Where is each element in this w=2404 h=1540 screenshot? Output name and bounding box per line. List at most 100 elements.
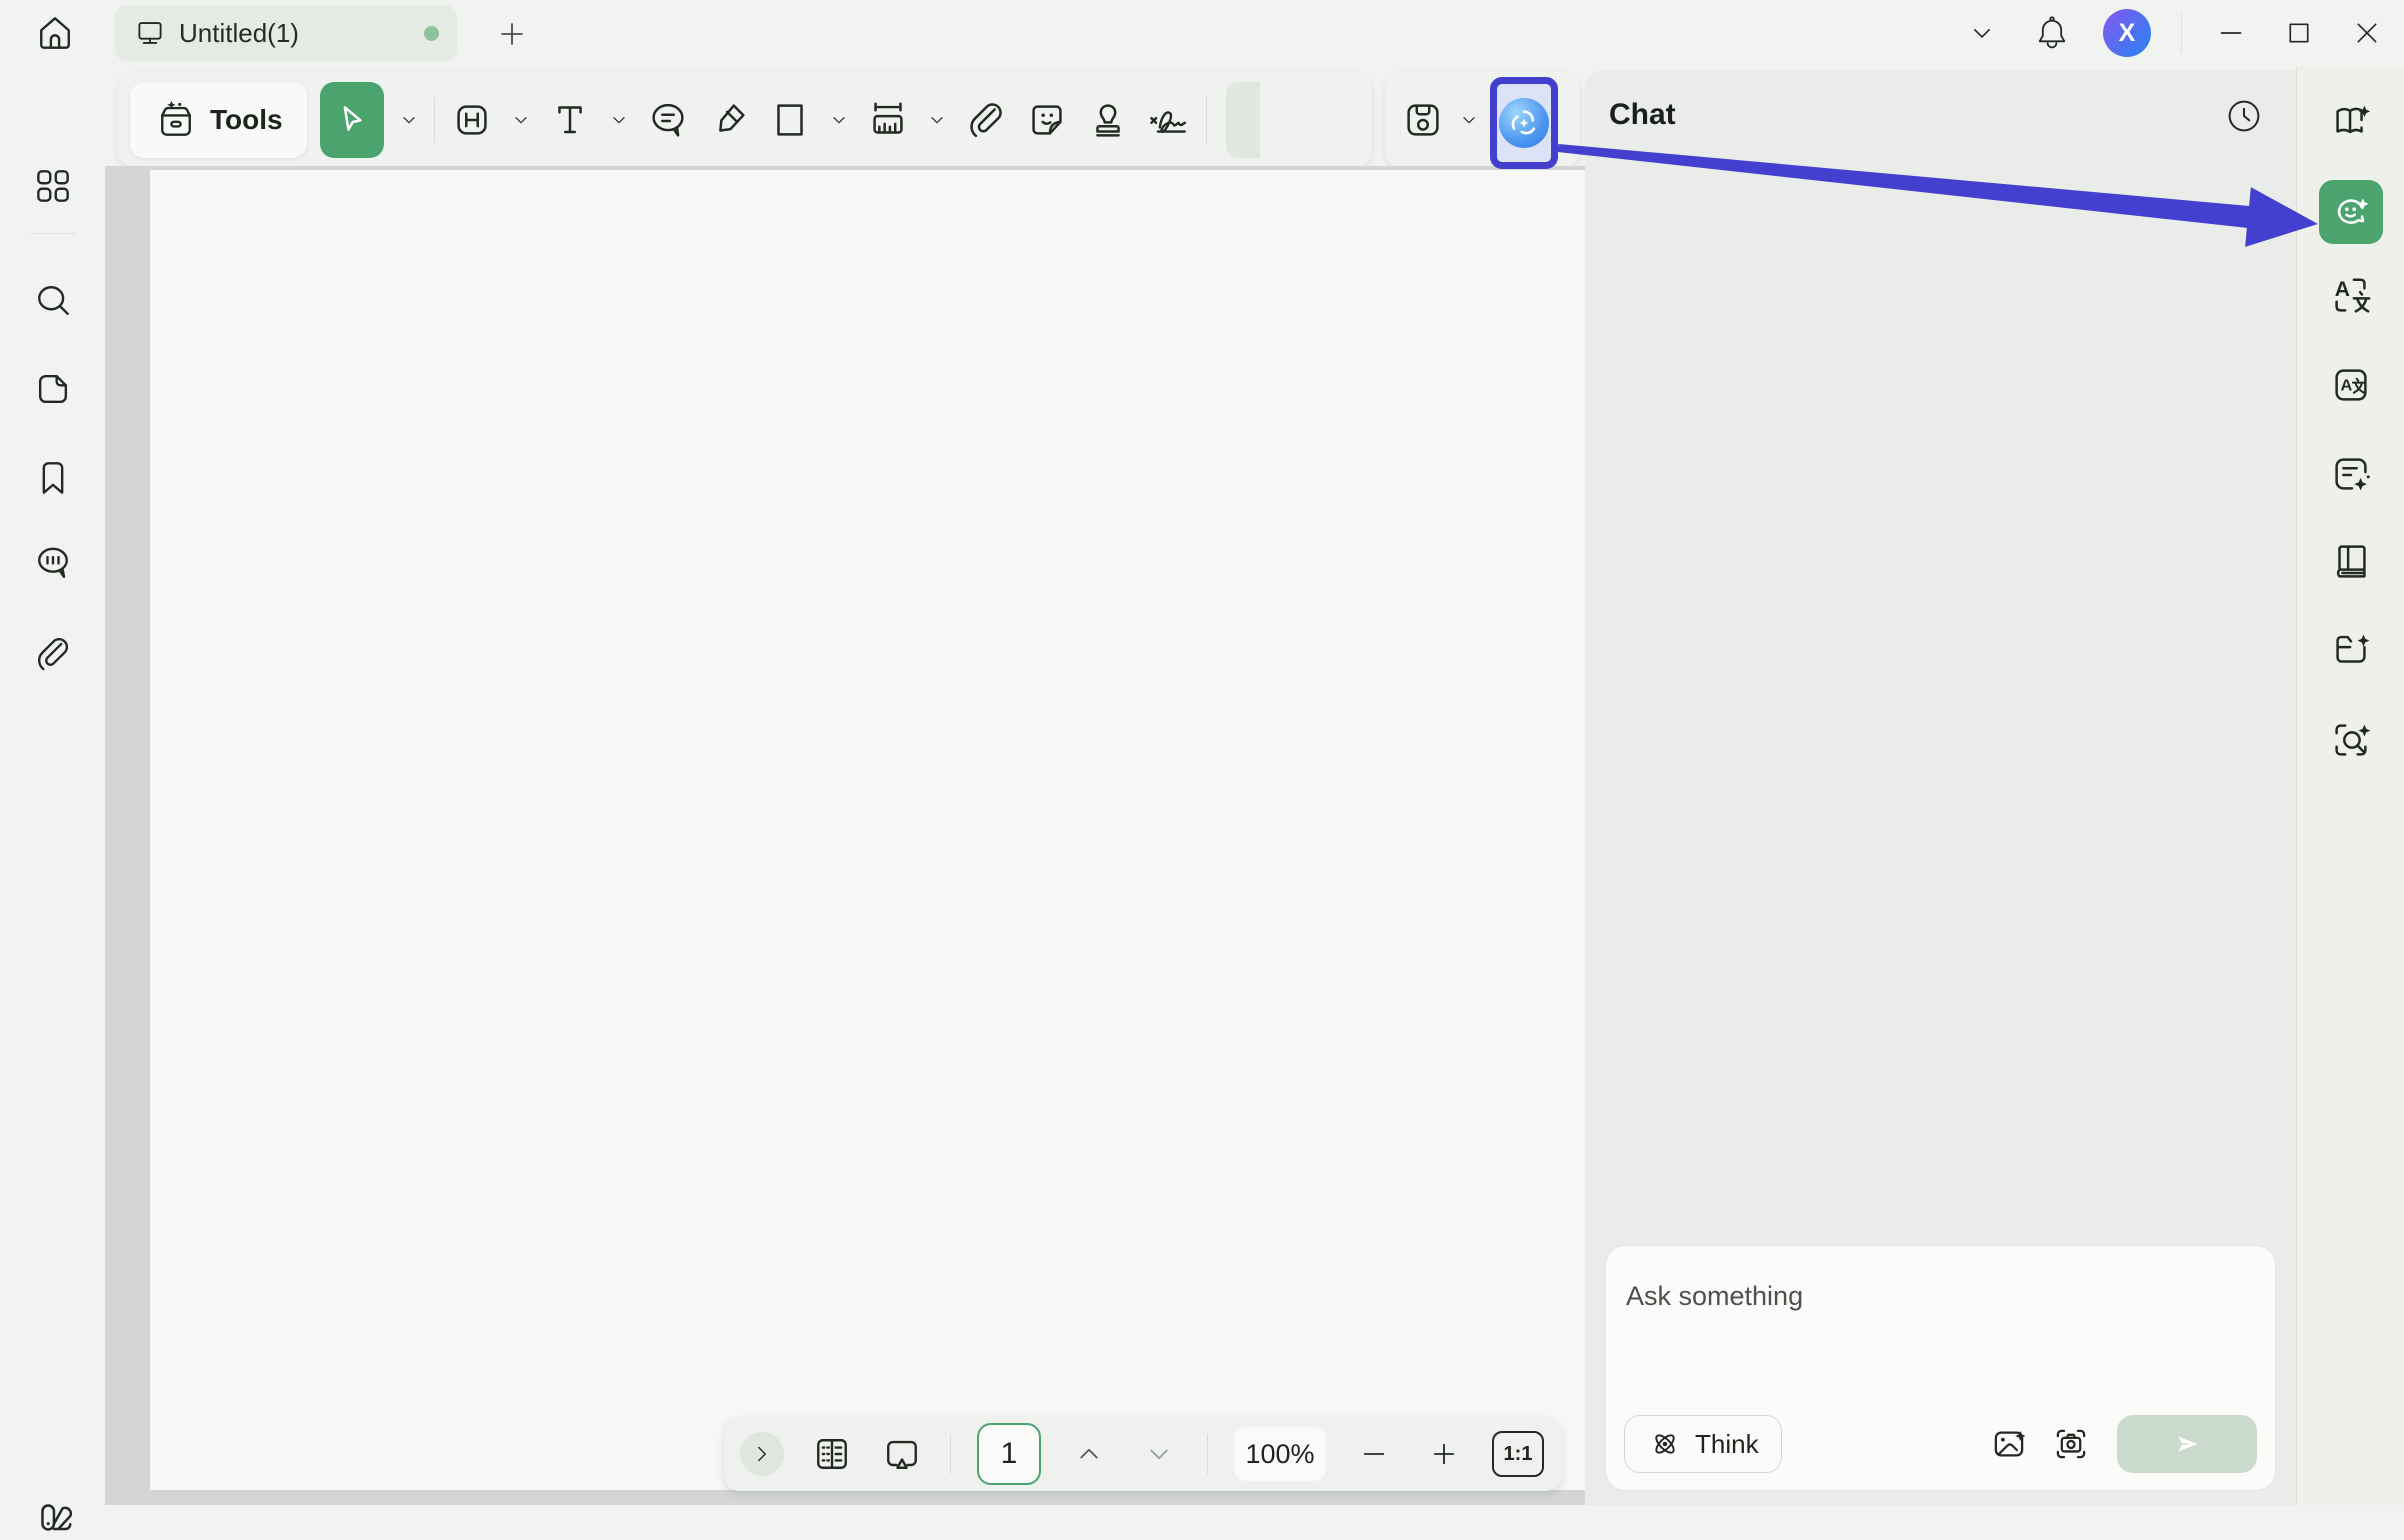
chat-panel-title: Chat [1609, 98, 1676, 132]
shapes-tool[interactable] [766, 90, 814, 150]
signature-tool[interactable] [1145, 90, 1193, 150]
edit-header-chevron[interactable] [509, 90, 533, 150]
sidebar-item-search[interactable] [30, 278, 76, 324]
rail-item-ai-chat-active[interactable] [2319, 180, 2383, 244]
add-image-button[interactable] [1985, 1420, 2033, 1468]
bottom-bar-divider [1207, 1434, 1208, 1474]
toolbar-overflow-item[interactable] [1226, 82, 1260, 158]
save-chevron[interactable] [1457, 90, 1481, 150]
toolbar-divider [1206, 97, 1207, 143]
rail-item-ai-read-book[interactable] [2327, 96, 2375, 144]
plus-icon [1427, 1437, 1461, 1471]
screenshot-button[interactable] [2047, 1420, 2095, 1468]
actual-size-button[interactable]: 1:1 [1492, 1431, 1544, 1477]
chevron-right-icon [749, 1441, 775, 1467]
sidebar-item-apps[interactable] [30, 163, 76, 209]
add-text-chevron[interactable] [607, 90, 631, 150]
comments-bubble-icon [31, 541, 75, 585]
think-label: Think [1695, 1429, 1759, 1460]
previous-page-button[interactable] [1067, 1432, 1111, 1476]
rail-item-translate-document[interactable]: A [2327, 361, 2375, 409]
ai-tools-rail: A A [2296, 66, 2404, 1505]
titlebar-divider [2181, 13, 2182, 53]
zoom-out-button[interactable] [1352, 1432, 1396, 1476]
rail-item-ai-search[interactable] [2327, 716, 2375, 764]
canvas-area [105, 166, 1585, 1505]
svg-text:A: A [2335, 278, 2350, 301]
document-page[interactable] [150, 170, 1585, 1490]
tab-title: Untitled(1) [179, 18, 412, 49]
translate-document-icon: A [2328, 362, 2374, 408]
reader-book-icon [2328, 539, 2374, 585]
close-button[interactable] [2348, 14, 2386, 52]
ai-assistant-icon-highlighted[interactable] [1499, 98, 1549, 148]
presenter-screen-icon [880, 1432, 924, 1476]
home-icon [33, 11, 77, 55]
svg-text:A: A [2340, 377, 2352, 395]
think-toggle-button[interactable]: Think [1624, 1415, 1782, 1473]
sidebar-brand-button[interactable] [30, 1494, 76, 1540]
send-icon [2169, 1426, 2205, 1462]
page-number-input[interactable]: 1 [977, 1423, 1041, 1485]
bottom-toolbar: 1 100% 1:1 [724, 1417, 1562, 1491]
minimize-button[interactable] [2212, 14, 2250, 52]
select-tool-button[interactable] [320, 82, 384, 158]
sidebar-item-comments[interactable] [30, 540, 76, 586]
atom-think-icon [1647, 1426, 1683, 1462]
edit-header-tool[interactable] [448, 90, 496, 150]
rail-item-ai-summary[interactable] [2327, 450, 2375, 498]
book-sparkle-icon [2328, 97, 2374, 143]
add-text-tool[interactable] [546, 90, 594, 150]
chat-input[interactable] [1626, 1266, 2255, 1326]
rail-item-ai-folder[interactable] [2327, 626, 2375, 674]
page-layout-button[interactable] [810, 1432, 854, 1476]
next-page-button[interactable] [1137, 1432, 1181, 1476]
save-floppy-icon [1400, 97, 1446, 143]
paperclip-icon [963, 97, 1009, 143]
summary-sparkle-icon [2328, 451, 2374, 497]
tools-button[interactable]: Tools [130, 82, 307, 158]
page-thumbnail-icon [31, 367, 75, 411]
search-icon [31, 279, 75, 323]
comment-tool[interactable] [644, 90, 692, 150]
notifications-bell-icon[interactable] [2031, 12, 2073, 54]
sticker-tool[interactable] [1023, 90, 1071, 150]
ruler-icon [865, 97, 911, 143]
cursor-icon [333, 101, 371, 139]
rail-item-side-reader[interactable] [2327, 538, 2375, 586]
save-button[interactable] [1399, 90, 1447, 150]
sidebar-item-pages[interactable] [30, 366, 76, 412]
user-avatar[interactable]: X [2103, 9, 2151, 57]
titlebar-chevron-down-icon[interactable] [1963, 14, 2001, 52]
zoom-in-button[interactable] [1422, 1432, 1466, 1476]
stamp-tool[interactable] [1084, 90, 1132, 150]
document-tab[interactable]: Untitled(1) [115, 5, 457, 61]
select-tool-chevron[interactable] [397, 90, 421, 150]
zoom-level-value[interactable]: 100% [1234, 1427, 1326, 1481]
tab-display-icon [133, 16, 167, 50]
chevron-up-icon [1072, 1437, 1106, 1471]
attachment-tool[interactable] [962, 90, 1010, 150]
maximize-button[interactable] [2280, 14, 2318, 52]
rail-item-translate-text[interactable]: A [2327, 272, 2375, 320]
new-tab-button[interactable] [492, 14, 532, 54]
ai-assistant-highlight-box [1490, 77, 1558, 169]
sidebar-item-bookmarks[interactable] [30, 455, 76, 501]
text-T-icon [547, 97, 593, 143]
measure-tool[interactable] [864, 90, 912, 150]
measure-chevron[interactable] [925, 90, 949, 150]
sidebar-item-attachments[interactable] [30, 631, 76, 677]
highlighter-icon [706, 97, 752, 143]
stamp-icon [1085, 97, 1131, 143]
brand-swatches-icon [30, 1494, 76, 1540]
paperclip-icon [31, 632, 75, 676]
expand-panel-button[interactable] [740, 1432, 784, 1476]
send-button[interactable] [2117, 1415, 2257, 1473]
highlighter-tool[interactable] [705, 90, 753, 150]
chat-history-button[interactable] [2220, 92, 2268, 140]
shapes-chevron[interactable] [827, 90, 851, 150]
ai-chat-smiley-icon [2329, 190, 2373, 234]
chevron-down-icon [1142, 1437, 1176, 1471]
home-button[interactable] [30, 8, 80, 58]
presentation-mode-button[interactable] [880, 1432, 924, 1476]
